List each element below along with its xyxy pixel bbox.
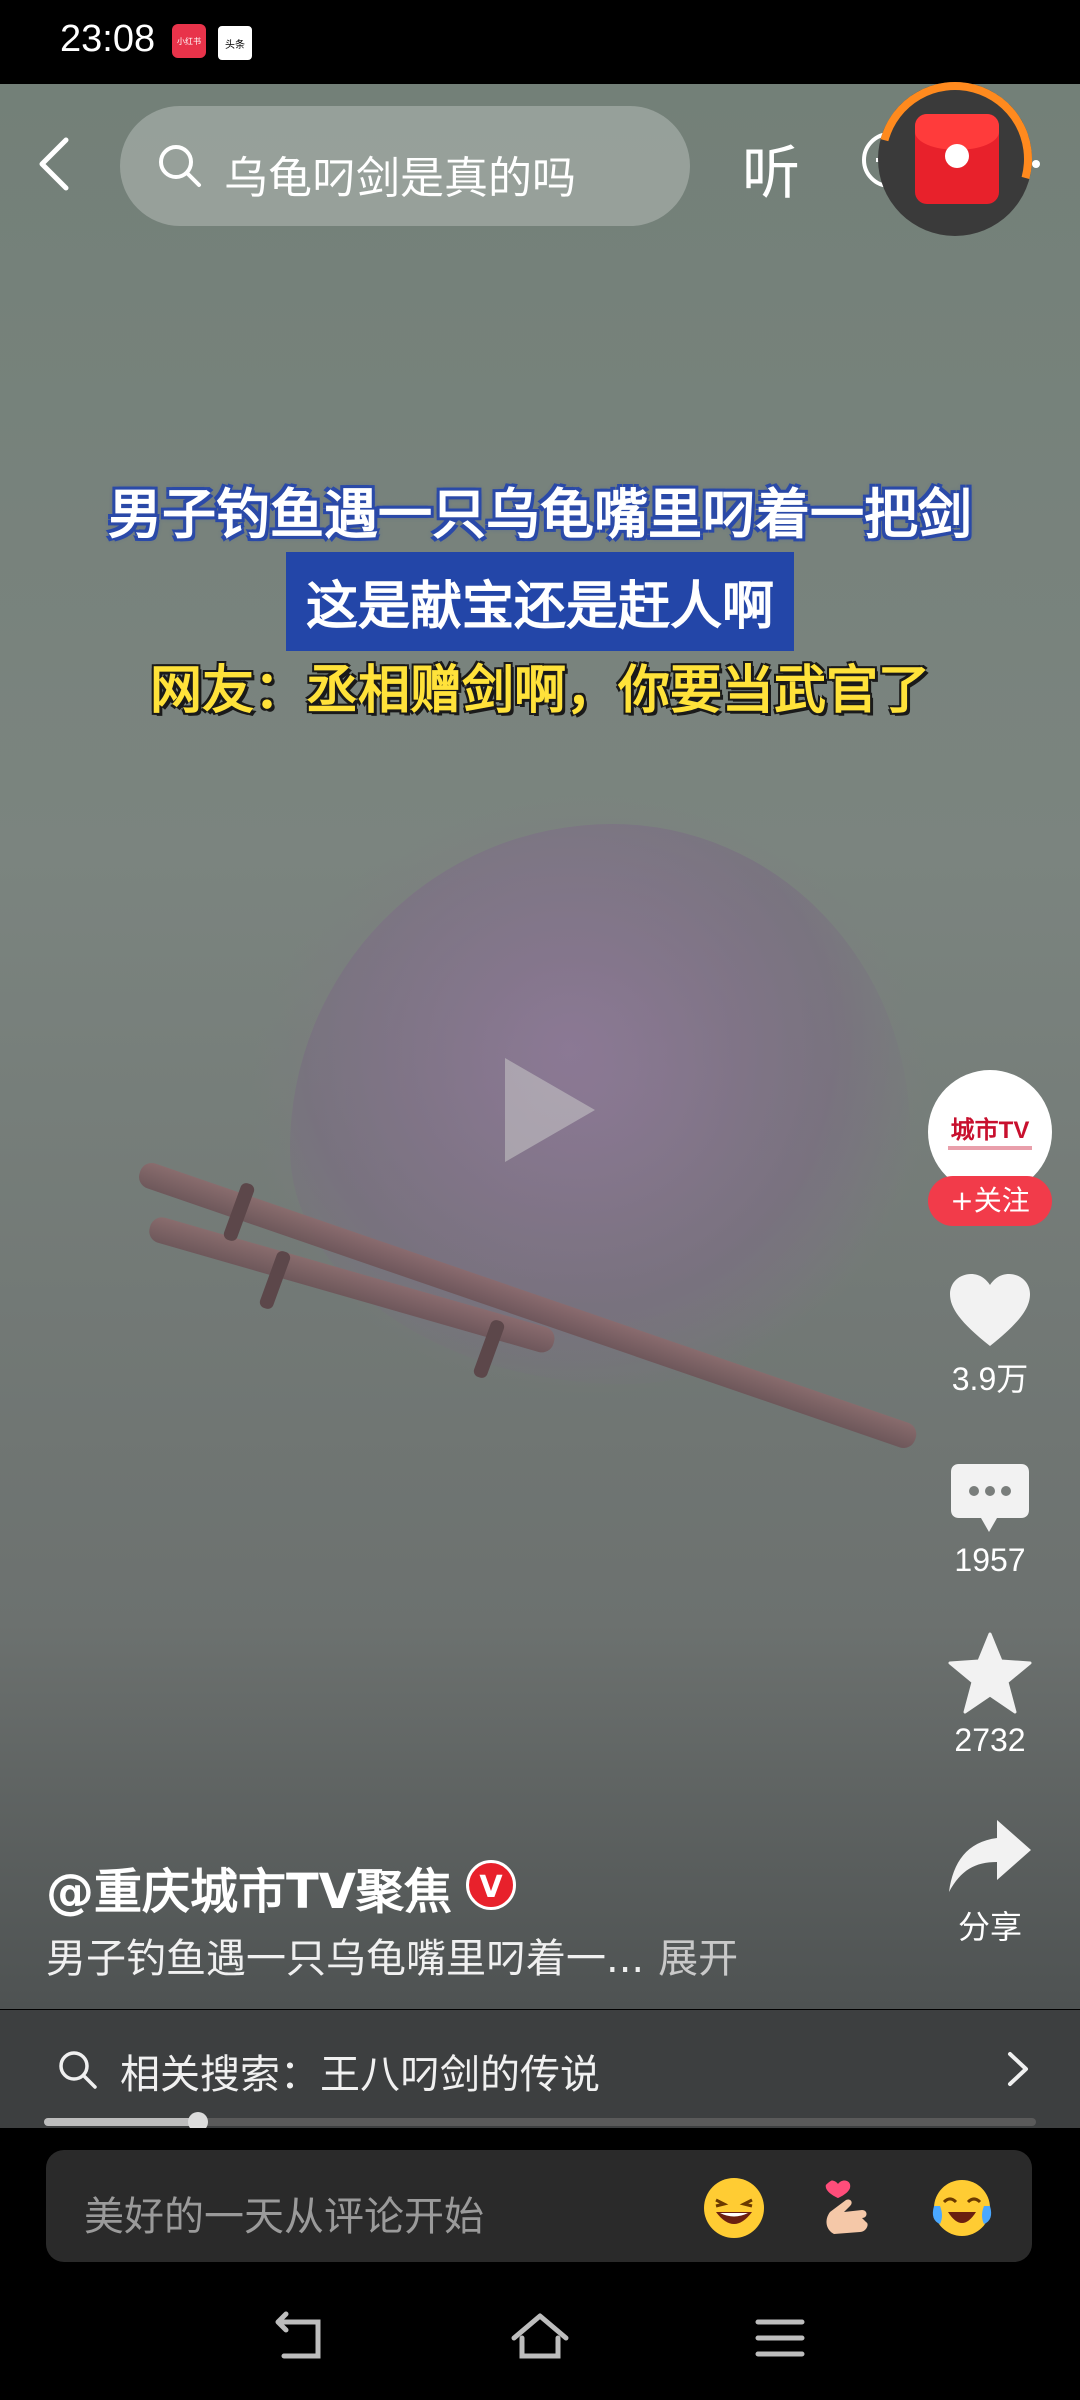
follow-button[interactable]: +关注	[928, 1176, 1052, 1226]
menu-nav-icon[interactable]	[748, 2308, 812, 2372]
avatar-logo-text: 城市TV	[950, 1117, 1030, 1144]
like-action[interactable]: 3.9万	[920, 1272, 1060, 1400]
search-icon	[159, 145, 201, 187]
back-icon[interactable]	[26, 134, 86, 194]
share-icon[interactable]	[947, 1816, 1033, 1896]
listen-button[interactable]: 听	[742, 126, 800, 210]
expand-button[interactable]: 展开	[658, 1936, 738, 1982]
top-bar: 乌龟叼剑是真的吗 听	[0, 53, 1080, 265]
caption-line-1: 男子钓鱼遇一只乌龟嘴里叼着一把剑	[108, 483, 972, 546]
related-search-bar[interactable]: 相关搜索：王八叼剑的传说	[0, 2010, 1080, 2128]
like-count: 3.9万	[951, 1361, 1029, 1397]
comment-input[interactable]: 美好的一天从评论开始	[46, 2150, 1032, 2262]
favorite-action[interactable]: 2732	[920, 1632, 1060, 1759]
author-avatar-block[interactable]: 城市TV +关注	[928, 1070, 1052, 1230]
favorite-count: 2732	[954, 1722, 1026, 1758]
bottom-area: 美好的一天从评论开始	[0, 2128, 1080, 2400]
status-time: 23:08	[60, 18, 156, 60]
comment-icon[interactable]	[949, 1462, 1031, 1536]
star-icon[interactable]	[947, 1632, 1033, 1716]
chevron-right-icon	[1008, 2052, 1028, 2086]
post-description[interactable]: 男子钓鱼遇一只乌龟嘴里叼着一... 展开	[46, 1926, 738, 1984]
heart-hand-emoji-icon[interactable]	[816, 2176, 880, 2240]
video-player[interactable]	[0, 84, 1080, 2009]
comment-action[interactable]: 1957	[920, 1462, 1060, 1579]
share-label: 分享	[957, 1909, 1022, 1945]
author-name[interactable]: @重庆城市TV聚焦	[46, 1852, 452, 1922]
caption-line-2: 这是献宝还是赶人啊	[0, 552, 1080, 651]
related-search-text: 相关搜索：王八叼剑的传说	[120, 2052, 600, 2098]
verified-badge-icon: V	[466, 1860, 516, 1910]
caption-line-3: 网友：丞相赠剑啊，你要当武官了	[149, 661, 930, 721]
search-query: 乌龟叼剑是真的吗	[224, 153, 576, 204]
red-packet-button[interactable]	[849, 53, 1061, 265]
progress-fill	[44, 2118, 198, 2126]
heart-icon[interactable]	[948, 1272, 1032, 1348]
status-bar: 23:08 小红书 头条	[0, 0, 1080, 84]
crying-laugh-emoji-icon[interactable]	[930, 2176, 994, 2240]
share-action[interactable]: 分享	[920, 1816, 1060, 1948]
laughing-emoji-icon[interactable]	[702, 2176, 766, 2240]
description-text: 男子钓鱼遇一只乌龟嘴里叼着一...	[46, 1936, 645, 1982]
back-nav-icon[interactable]	[268, 2308, 332, 2372]
search-icon	[59, 2051, 97, 2089]
red-packet-icon	[915, 114, 999, 204]
home-nav-icon[interactable]	[508, 2308, 572, 2372]
video-progress-bar[interactable]	[44, 2112, 1036, 2132]
more-icon[interactable]	[1032, 160, 1040, 168]
search-box[interactable]: 乌龟叼剑是真的吗	[120, 106, 690, 226]
caption-line-2-text: 这是献宝还是赶人啊	[285, 552, 794, 651]
comment-count: 1957	[954, 1542, 1026, 1578]
toutiao-app-icon: 头条	[216, 24, 254, 62]
xiaohongshu-app-icon: 小红书	[172, 24, 206, 58]
play-icon[interactable]	[495, 1050, 605, 1170]
comment-placeholder: 美好的一天从评论开始	[84, 2194, 484, 2240]
